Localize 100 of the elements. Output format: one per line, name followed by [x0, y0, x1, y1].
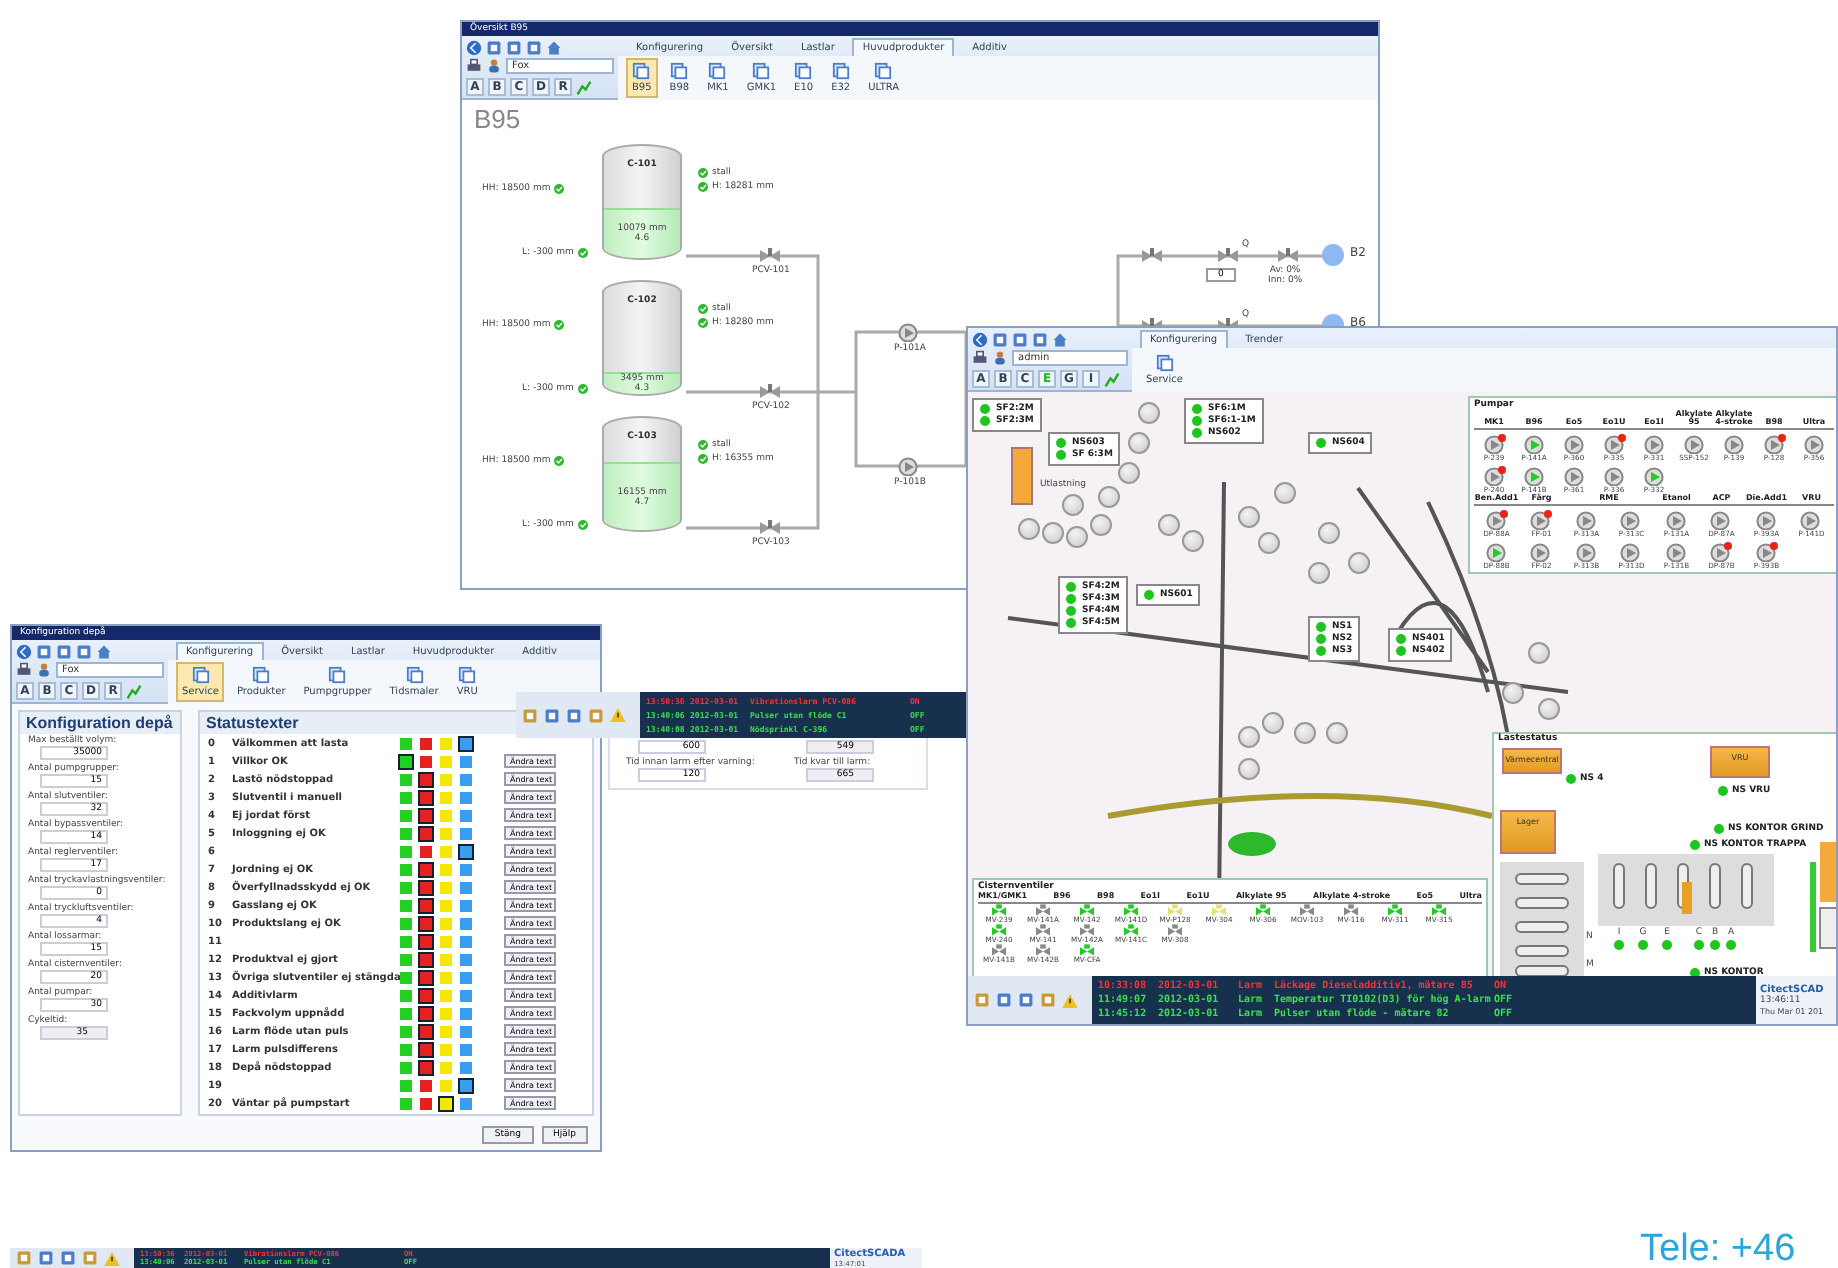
pump-icon[interactable] [1620, 542, 1643, 562]
color-swatch[interactable] [440, 1043, 452, 1055]
pump-icon[interactable] [1575, 542, 1598, 562]
color-swatch[interactable] [460, 773, 472, 785]
color-swatch[interactable] [400, 1079, 412, 1091]
valve-icon[interactable] [1278, 248, 1298, 262]
color-swatch[interactable] [460, 1007, 472, 1019]
color-swatch[interactable] [420, 899, 432, 911]
color-swatch[interactable] [420, 773, 432, 785]
pump-icon[interactable] [1643, 466, 1665, 486]
pump-icon[interactable] [1523, 466, 1545, 486]
valve-icon[interactable] [1300, 904, 1314, 916]
back-icon[interactable] [972, 331, 988, 348]
chart-icon[interactable] [1104, 371, 1120, 388]
user-icon[interactable] [36, 662, 52, 679]
valve-icon[interactable] [760, 384, 781, 398]
valve-icon[interactable] [992, 944, 1006, 956]
color-swatch[interactable] [400, 755, 412, 767]
pump-icon[interactable] [1485, 542, 1508, 562]
color-swatch[interactable] [460, 899, 472, 911]
color-swatch[interactable] [420, 989, 432, 1001]
pump-icon[interactable] [1683, 434, 1705, 454]
printer-icon[interactable] [16, 662, 32, 679]
color-swatch[interactable] [460, 989, 472, 1001]
color-swatch[interactable] [420, 1043, 432, 1055]
home-icon[interactable] [546, 39, 562, 56]
color-swatch[interactable] [440, 971, 452, 983]
pump-icon[interactable] [1563, 434, 1585, 454]
color-swatch[interactable] [440, 791, 452, 803]
pump-icon[interactable] [1603, 434, 1625, 454]
color-swatch[interactable] [400, 1025, 412, 1037]
color-swatch[interactable] [460, 1025, 472, 1037]
color-swatch[interactable] [420, 1097, 432, 1109]
color-swatch[interactable] [460, 935, 472, 947]
valve-icon[interactable] [1080, 944, 1094, 956]
valve-icon[interactable] [992, 924, 1006, 936]
color-swatch[interactable] [460, 1097, 472, 1109]
color-swatch[interactable] [440, 917, 452, 929]
valve-icon[interactable] [1080, 924, 1094, 936]
color-swatch[interactable] [460, 755, 472, 767]
color-swatch[interactable] [460, 827, 472, 839]
valve-icon[interactable] [1080, 904, 1094, 916]
valve-icon[interactable] [1218, 248, 1238, 262]
pump-icon[interactable] [1485, 510, 1508, 530]
color-swatch[interactable] [420, 935, 432, 947]
color-swatch[interactable] [440, 1025, 452, 1037]
valve-icon[interactable] [1432, 904, 1446, 916]
color-swatch[interactable] [460, 1061, 472, 1073]
back-icon[interactable] [16, 643, 32, 660]
color-swatch[interactable] [400, 827, 412, 839]
color-swatch[interactable] [420, 1061, 432, 1073]
color-swatch[interactable] [400, 773, 412, 785]
chart-icon[interactable] [576, 79, 592, 96]
valve-icon[interactable] [1036, 924, 1050, 936]
color-swatch[interactable] [400, 1043, 412, 1055]
color-swatch[interactable] [460, 809, 472, 821]
pump-icon[interactable] [1483, 434, 1505, 454]
color-swatch[interactable] [400, 1007, 412, 1019]
color-swatch[interactable] [400, 953, 412, 965]
pump-icon[interactable] [898, 456, 921, 476]
valve-icon[interactable] [1124, 924, 1138, 936]
home-icon[interactable] [96, 643, 112, 660]
color-swatch[interactable] [460, 1079, 472, 1091]
color-swatch[interactable] [400, 917, 412, 929]
warning-icon[interactable] [610, 708, 626, 722]
pump-icon[interactable] [1755, 542, 1778, 562]
pump-icon[interactable] [1643, 434, 1665, 454]
valve-icon[interactable] [1344, 904, 1358, 916]
valve-icon[interactable] [992, 904, 1006, 916]
pump-icon[interactable] [1530, 542, 1553, 562]
color-swatch[interactable] [420, 881, 432, 893]
chart-icon[interactable] [126, 683, 142, 700]
color-swatch[interactable] [460, 953, 472, 965]
color-swatch[interactable] [400, 737, 412, 749]
color-swatch[interactable] [400, 1097, 412, 1109]
pump-icon[interactable] [1803, 434, 1825, 454]
pump-icon[interactable] [1763, 434, 1785, 454]
printer-icon[interactable] [972, 350, 988, 367]
color-swatch[interactable] [460, 845, 472, 857]
color-swatch[interactable] [460, 737, 472, 749]
pump-icon[interactable] [1523, 434, 1545, 454]
color-swatch[interactable] [400, 1061, 412, 1073]
color-swatch[interactable] [440, 1079, 452, 1091]
color-swatch[interactable] [400, 971, 412, 983]
valve-icon[interactable] [1142, 318, 1162, 332]
color-swatch[interactable] [460, 1043, 472, 1055]
warning-icon[interactable] [1062, 993, 1078, 1007]
valve-icon[interactable] [1124, 904, 1138, 916]
color-swatch[interactable] [400, 791, 412, 803]
pump-icon[interactable] [1710, 510, 1733, 530]
color-swatch[interactable] [420, 791, 432, 803]
valve-icon[interactable] [1142, 248, 1162, 262]
pump-icon[interactable] [1800, 510, 1823, 530]
color-swatch[interactable] [440, 1061, 452, 1073]
color-swatch[interactable] [400, 989, 412, 1001]
color-swatch[interactable] [420, 971, 432, 983]
valve-icon[interactable] [1036, 904, 1050, 916]
color-swatch[interactable] [420, 1079, 432, 1091]
pump-icon[interactable] [1723, 434, 1745, 454]
pump-icon[interactable] [1563, 466, 1585, 486]
